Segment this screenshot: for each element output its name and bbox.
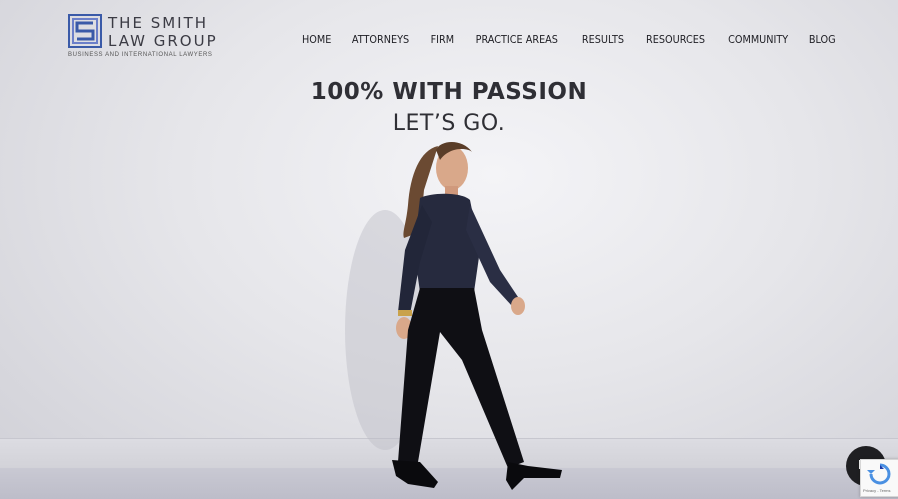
bracelet bbox=[398, 310, 412, 316]
nav-practice-areas[interactable]: PRACTICE AREAS bbox=[476, 33, 558, 46]
nav-resources[interactable]: RESOURCES bbox=[646, 33, 705, 46]
main-nav: HOME ATTORNEYS FIRM PRACTICE AREAS RESUL… bbox=[300, 31, 838, 47]
woman-walking-photo bbox=[345, 142, 562, 490]
hero-headline: 100% WITH PASSION bbox=[310, 79, 588, 105]
logo-text-line1: THE SMITH bbox=[108, 14, 209, 32]
left-shoe bbox=[392, 460, 438, 488]
recaptcha-icon bbox=[867, 463, 891, 485]
nav-home[interactable]: HOME bbox=[302, 33, 331, 46]
hero-subhead: LET’S GO. bbox=[392, 111, 506, 136]
nav-firm[interactable]: FIRM bbox=[430, 33, 454, 46]
nav-community[interactable]: COMMUNITY bbox=[728, 33, 788, 46]
site-logo[interactable]: THE SMITH LAW GROUP BUSINESS AND INTERNA… bbox=[68, 14, 248, 62]
recaptcha-privacy-terms[interactable]: Privacy - Terms bbox=[863, 488, 890, 493]
recaptcha-badge[interactable]: Privacy - Terms bbox=[860, 459, 898, 497]
right-hand bbox=[511, 297, 525, 315]
logo-text-line2: LAW GROUP bbox=[108, 32, 218, 50]
pants bbox=[398, 288, 524, 468]
square-maze-logo-icon bbox=[68, 14, 102, 48]
nav-blog[interactable]: BLOG bbox=[809, 33, 836, 46]
hero-section: THE SMITH LAW GROUP BUSINESS AND INTERNA… bbox=[0, 0, 898, 499]
right-shoe bbox=[506, 462, 562, 490]
nav-attorneys[interactable]: ATTORNEYS bbox=[352, 33, 409, 46]
logo-tagline: BUSINESS AND INTERNATIONAL LAWYERS bbox=[68, 52, 213, 58]
nav-results[interactable]: RESULTS bbox=[582, 33, 624, 46]
